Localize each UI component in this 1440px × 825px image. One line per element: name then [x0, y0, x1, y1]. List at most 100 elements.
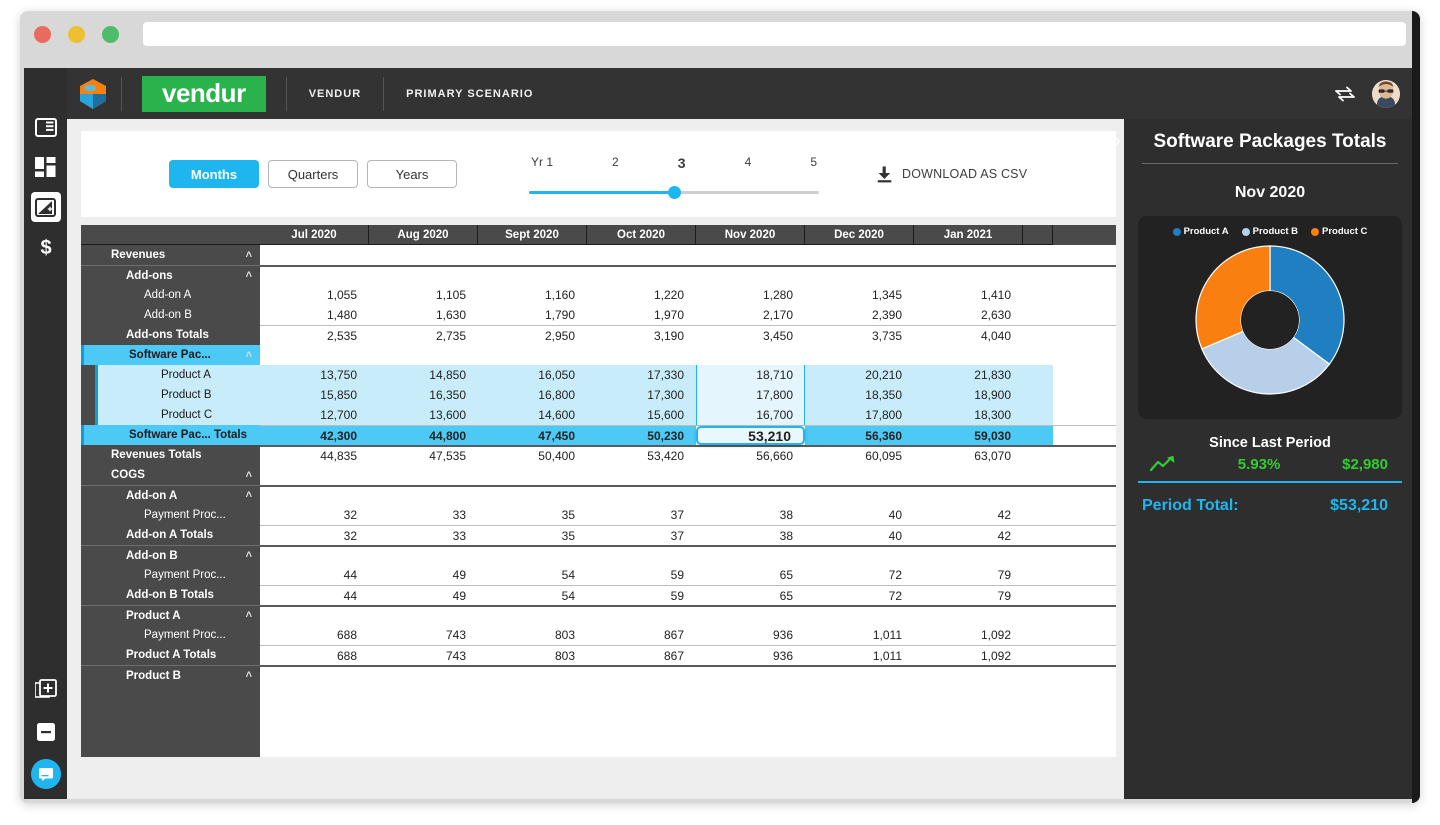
grid-cell-partial[interactable]: [1023, 646, 1053, 665]
grid-cell[interactable]: [914, 607, 1023, 625]
grid-cell[interactable]: 35: [478, 505, 587, 525]
grid-cell-partial[interactable]: [1023, 405, 1053, 425]
chevron-up-icon[interactable]: ˄: [246, 349, 252, 361]
row-label-6[interactable]: Product A: [95, 365, 260, 385]
grid-cell[interactable]: 60,095: [805, 447, 914, 465]
collapse-panel-button[interactable]: ›: [1114, 131, 1121, 151]
swap-scenario-icon[interactable]: [1334, 86, 1356, 102]
grid-cell[interactable]: [478, 345, 587, 365]
grid-cell[interactable]: 688: [260, 646, 369, 665]
grid-cell[interactable]: 13,600: [369, 405, 478, 425]
grid-cell[interactable]: 35: [478, 526, 587, 545]
grid-cell[interactable]: 18,710: [696, 365, 805, 385]
grid-cell[interactable]: 867: [587, 646, 696, 665]
grid-cell[interactable]: 2,735: [369, 326, 478, 345]
grid-cell[interactable]: 18,900: [914, 385, 1023, 405]
grid-cell-partial[interactable]: [1023, 267, 1053, 285]
grid-cell[interactable]: [260, 245, 369, 265]
grid-cell[interactable]: 16,700: [696, 405, 805, 425]
row-label-21[interactable]: Product B ˄: [81, 665, 260, 685]
row-label-0[interactable]: Revenues ˄: [81, 245, 260, 265]
grid-cell[interactable]: 32: [260, 526, 369, 545]
grid-cell[interactable]: 803: [478, 646, 587, 665]
column-header-partial[interactable]: [1023, 225, 1053, 245]
row-label-7[interactable]: Product B: [95, 385, 260, 405]
grid-cell[interactable]: 3,735: [805, 326, 914, 345]
workspace-name[interactable]: VENDUR: [287, 88, 383, 100]
grid-cell[interactable]: [805, 487, 914, 505]
row-label-20[interactable]: Product A Totals: [81, 645, 260, 665]
grid-cell[interactable]: [369, 547, 478, 565]
chevron-up-icon[interactable]: ˄: [246, 249, 252, 261]
grid-cell[interactable]: 47,450: [478, 426, 587, 445]
legend-item-product-b[interactable]: Product B: [1241, 226, 1298, 237]
grid-cell-partial[interactable]: [1023, 526, 1053, 545]
grid-cell[interactable]: 743: [369, 646, 478, 665]
grid-cell[interactable]: [914, 245, 1023, 265]
row-label-1[interactable]: Add-ons ˄: [81, 265, 260, 285]
grid-cell[interactable]: [260, 345, 369, 365]
grid-cell[interactable]: 688: [260, 625, 369, 645]
chevron-up-icon[interactable]: ˄: [246, 270, 252, 281]
grid-cell[interactable]: 12,700: [260, 405, 369, 425]
grid-cell[interactable]: [260, 667, 369, 685]
grid-cell[interactable]: 33: [369, 505, 478, 525]
grid-cell[interactable]: 1,970: [587, 305, 696, 325]
grid-cell[interactable]: [805, 245, 914, 265]
grid-cell[interactable]: 42: [914, 526, 1023, 545]
grid-cell[interactable]: 37: [587, 526, 696, 545]
grid-cell[interactable]: 33: [369, 526, 478, 545]
grid-cell[interactable]: 15,850: [260, 385, 369, 405]
grid-cell[interactable]: [914, 487, 1023, 505]
grid-cell[interactable]: [369, 667, 478, 685]
grid-cell[interactable]: 20,210: [805, 365, 914, 385]
chevron-up-icon[interactable]: ˄: [246, 490, 252, 501]
grid-cell[interactable]: 1,410: [914, 285, 1023, 305]
row-label-17[interactable]: Add-on B Totals: [81, 585, 260, 605]
grid-cell[interactable]: 4,040: [914, 326, 1023, 345]
row-label-3[interactable]: Add-on B: [81, 305, 260, 325]
sidebar-item-financials[interactable]: $: [31, 232, 61, 262]
grid-cell[interactable]: 13,750: [260, 365, 369, 385]
grid-cell[interactable]: 63,070: [914, 447, 1023, 465]
grid-cell[interactable]: 16,800: [478, 385, 587, 405]
grid-cell[interactable]: 72: [805, 586, 914, 605]
grid-cell-partial[interactable]: [1023, 487, 1053, 505]
grid-cell[interactable]: 53,420: [587, 447, 696, 465]
grid-cell[interactable]: [587, 547, 696, 565]
grid-cell-partial[interactable]: [1023, 625, 1053, 645]
grid-cell-partial[interactable]: [1023, 586, 1053, 605]
grid-cell-partial[interactable]: [1023, 365, 1053, 385]
grid-cell[interactable]: [478, 245, 587, 265]
grid-cell[interactable]: [369, 465, 478, 485]
grid-cell[interactable]: [369, 245, 478, 265]
grid-cell[interactable]: 1,220: [587, 285, 696, 305]
grid-cell[interactable]: [805, 465, 914, 485]
grid-cell[interactable]: 38: [696, 505, 805, 525]
user-avatar[interactable]: [1372, 79, 1400, 108]
grid-cell[interactable]: 56,660: [696, 447, 805, 465]
grid-cell[interactable]: [260, 547, 369, 565]
grid-cell[interactable]: [478, 547, 587, 565]
grid-cell[interactable]: [478, 667, 587, 685]
grid-cell[interactable]: 49: [369, 586, 478, 605]
row-label-11[interactable]: COGS ˄: [81, 465, 260, 485]
grid-cell[interactable]: [478, 607, 587, 625]
column-header-0[interactable]: Jul 2020: [260, 225, 369, 245]
grid-cell[interactable]: 16,350: [369, 385, 478, 405]
chevron-up-icon[interactable]: ˄: [246, 670, 252, 681]
grid-cell[interactable]: 1,055: [260, 285, 369, 305]
grid-cell[interactable]: [914, 267, 1023, 285]
active-selected-cell[interactable]: 53,210: [696, 426, 805, 445]
grid-cell[interactable]: [260, 465, 369, 485]
grid-cell[interactable]: 42,300: [260, 426, 369, 445]
granularity-button-months[interactable]: Months: [169, 160, 259, 188]
column-header-2[interactable]: Sept 2020: [478, 225, 587, 245]
row-label-16[interactable]: Payment Proc...: [81, 565, 260, 585]
download-csv-button[interactable]: DOWNLOAD AS CSV: [877, 166, 1027, 183]
grid-cell[interactable]: [696, 465, 805, 485]
grid-cell[interactable]: 2,950: [478, 326, 587, 345]
grid-cell-partial[interactable]: [1023, 547, 1053, 565]
grid-cell[interactable]: 1,480: [260, 305, 369, 325]
chevron-up-icon[interactable]: ˄: [246, 610, 252, 621]
